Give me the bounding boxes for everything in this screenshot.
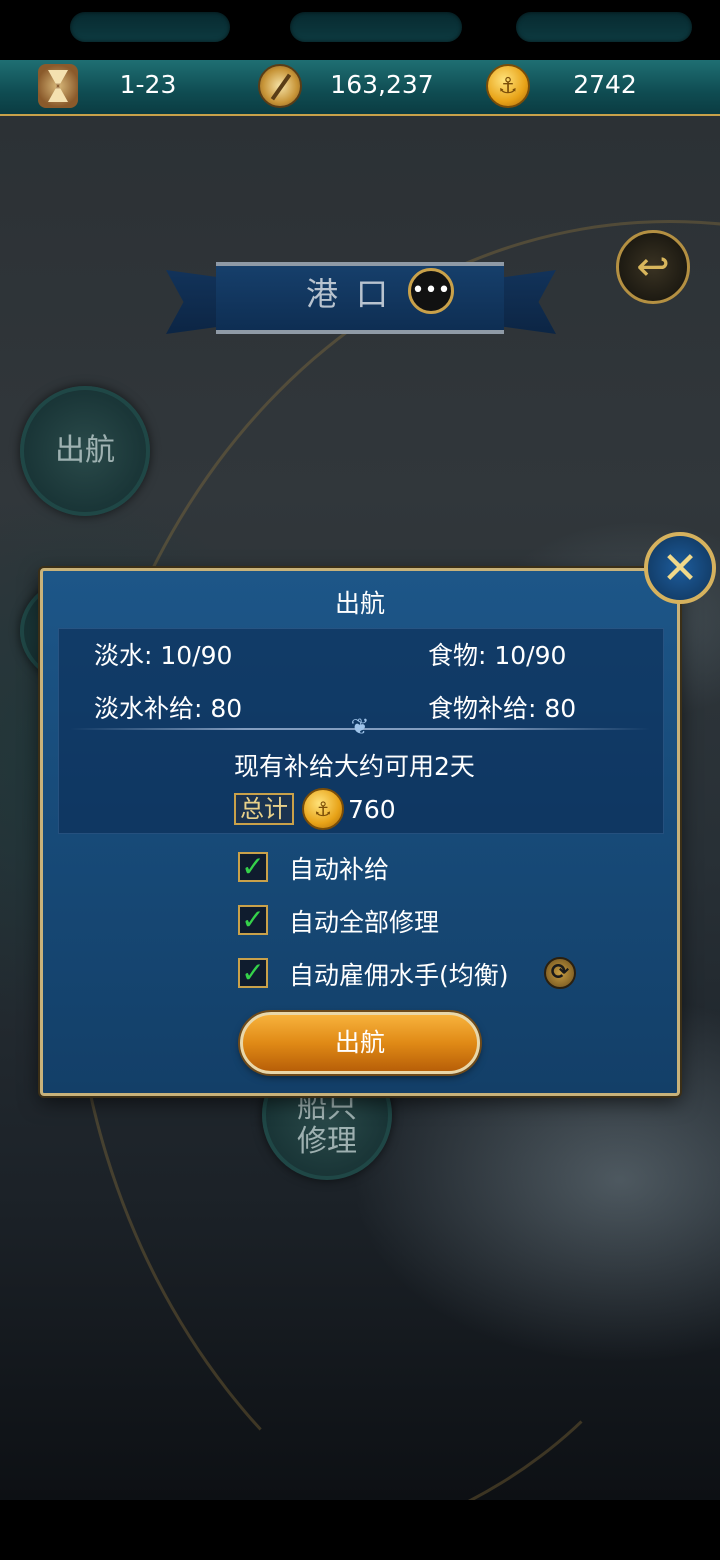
close-icon: ✕ [661, 542, 699, 594]
close-button[interactable]: ✕ [644, 532, 716, 604]
checkmark-icon: ✓ [241, 956, 265, 989]
time-slot [70, 12, 230, 42]
back-arrow-icon: ↩ [636, 244, 670, 290]
auto-repair-label: 自动全部修理 [289, 908, 440, 937]
auto-hire-sailors-checkbox[interactable]: ✓ [238, 958, 268, 988]
refresh-icon[interactable]: ⟳ [544, 957, 576, 989]
gold-coin-icon: ⚓ [486, 64, 530, 108]
hourglass-icon [38, 64, 78, 108]
navigation-bar [0, 1500, 720, 1560]
total-cost: 760 [348, 795, 396, 824]
auto-repair-checkbox[interactable]: ✓ [238, 905, 268, 935]
sail-side-button[interactable]: 出航 [20, 386, 150, 516]
gold-coin-icon: ⚓ [302, 788, 344, 830]
gold-slot [516, 12, 692, 42]
days-estimate: 现有补给大约可用2天 [234, 752, 475, 781]
auto-supply-label: 自动补给 [289, 855, 390, 884]
checkmark-icon: ✓ [241, 903, 265, 936]
back-button[interactable]: ↩ [616, 230, 690, 304]
water-supply: 淡水补给: 80 [94, 694, 243, 723]
silver-compass-icon [258, 64, 302, 108]
food-status: 食物: 10/90 [428, 641, 567, 670]
divider-ornament-icon: ❦ [350, 715, 370, 740]
auto-supply-checkbox[interactable]: ✓ [238, 852, 268, 882]
port-title: 港口 [305, 275, 406, 313]
time-value: 1-23 [119, 70, 177, 99]
total-label: 总计 [234, 793, 294, 825]
silver-value: 163,237 [330, 70, 434, 99]
silver-slot [290, 12, 462, 42]
food-supply: 食物补给: 80 [428, 694, 577, 723]
confirm-sail-button[interactable]: 出航 [240, 1012, 480, 1074]
auto-hire-sailors-label: 自动雇佣水手(均衡) [289, 961, 509, 990]
gold-value: 2742 [573, 70, 637, 99]
chat-icon[interactable]: ••• [408, 268, 454, 314]
dialog-title: 出航 [334, 589, 385, 618]
checkmark-icon: ✓ [241, 850, 265, 883]
water-status: 淡水: 10/90 [94, 641, 233, 670]
